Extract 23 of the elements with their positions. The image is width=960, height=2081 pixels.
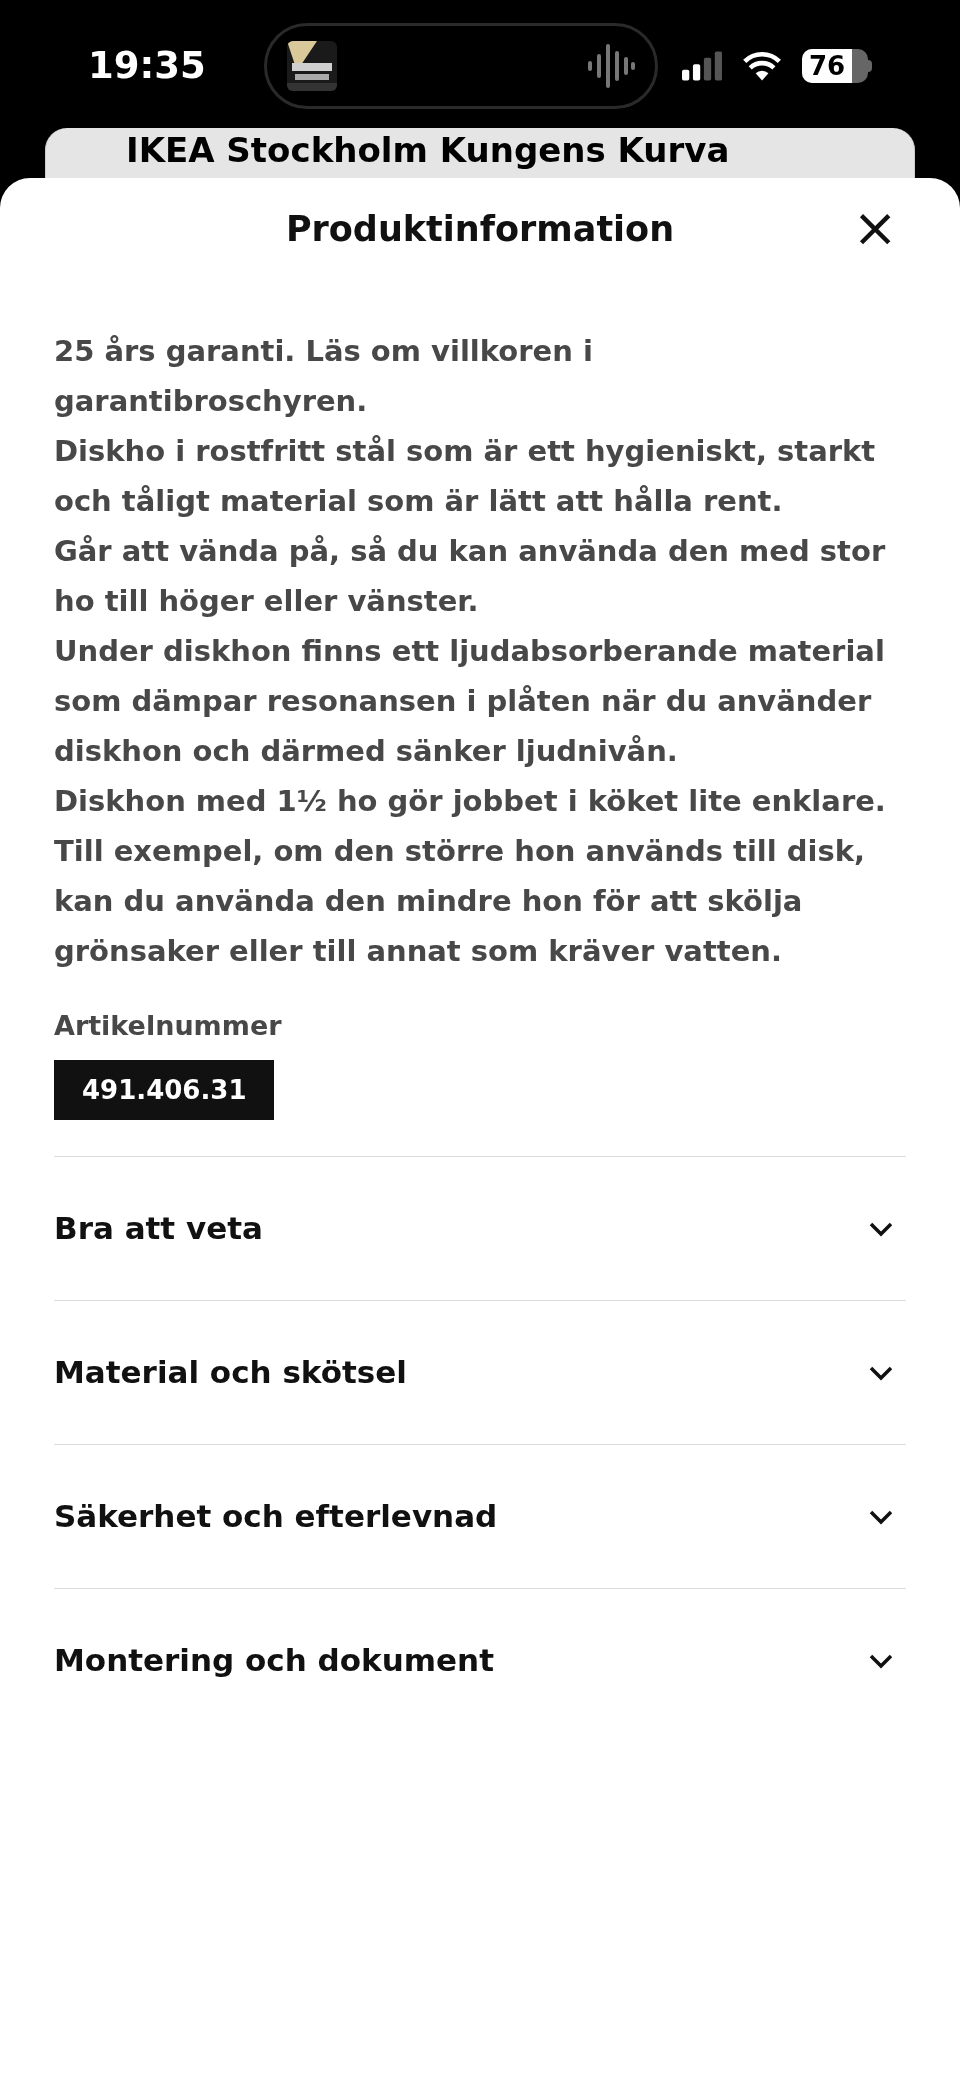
store-name: IKEA Stockholm Kungens Kurva [126, 130, 730, 170]
chevron-icon [868, 1508, 894, 1525]
accordion-row[interactable]: Bra att veta [54, 1156, 906, 1300]
description-paragraph: 25 års garanti. Läs om villkoren i garantibroschyren. [54, 333, 594, 420]
description-paragraph: Diskhon med 1½ ho gör jobbet i köket lite enklare. Till exempel, om den större hon används till disk, kan du använda den mindre hon för att skölja grönsaker eller till annat som kräver vatten. [54, 783, 887, 970]
chevron-icon [868, 1652, 894, 1669]
accordion-row[interactable]: Montering och dokument [54, 1588, 906, 1732]
close-button[interactable]: × [850, 198, 900, 258]
accordion-row[interactable]: Material och skötsel [54, 1300, 906, 1444]
description-paragraph: Diskho i rostfritt stål som är ett hygieniskt, starkt och tåligt material som är lätt att hålla rent. [54, 433, 877, 520]
description-paragraph: Går att vända på, så du kan använda den med stor ho till höger eller vänster. [54, 533, 887, 620]
status-time: 19:35 [88, 43, 206, 90]
description-paragraph: Under diskhon finns ett ljudabsorberande material som dämpar resonansen i plåten när du använder diskhon och därmed sänker ljudnivån. [54, 633, 886, 770]
sheet-title: Produktinformation [285, 208, 675, 252]
chevron-icon [868, 1364, 894, 1381]
chevron-icon [868, 1220, 894, 1237]
waveform-icon [586, 43, 635, 89]
article-label: Artikelnummer [54, 1009, 283, 1043]
wifi-icon [741, 50, 782, 82]
accordion-row[interactable]: Säkerhet och efterlevnad [54, 1444, 906, 1588]
signal-icon [681, 50, 722, 82]
battery-level: 76 [808, 53, 846, 79]
article-number: 491.406.31 [54, 1060, 275, 1120]
